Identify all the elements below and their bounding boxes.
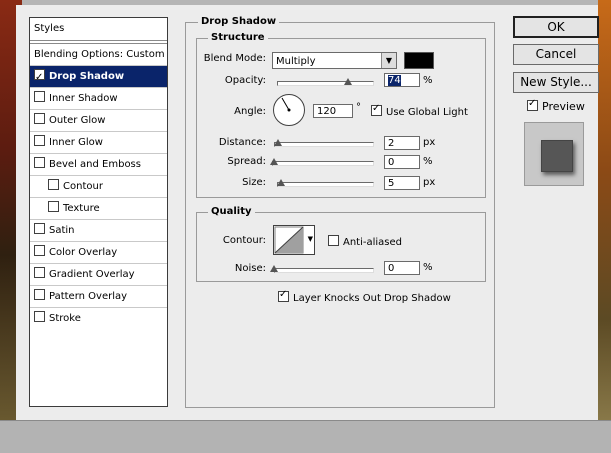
style-item-drop-shadow[interactable]: Drop Shadow — [30, 66, 167, 88]
quality-title: Quality — [208, 206, 255, 217]
linear-contour-icon — [274, 226, 304, 254]
style-item-color-overlay[interactable]: Color Overlay — [30, 242, 167, 264]
contour-checkbox[interactable] — [48, 179, 59, 190]
preview-swatch — [541, 140, 573, 172]
angle-input[interactable]: 120 — [313, 104, 353, 118]
style-item-inner-shadow[interactable]: Inner Shadow — [30, 88, 167, 110]
inner-glow-checkbox[interactable] — [34, 135, 45, 146]
size-slider-track[interactable] — [277, 182, 374, 187]
stroke-checkbox[interactable] — [34, 311, 45, 322]
color-overlay-checkbox[interactable] — [34, 245, 45, 256]
contour-picker[interactable]: ▼ — [273, 225, 315, 255]
anti-aliased-option[interactable]: Anti-aliased — [328, 235, 402, 248]
distance-label: Distance: — [218, 137, 266, 148]
style-item-texture[interactable]: Texture — [30, 198, 167, 220]
distance-slider-thumb[interactable] — [274, 139, 282, 146]
contour-dropdown-icon[interactable]: ▼ — [308, 235, 313, 243]
outer-glow-checkbox[interactable] — [34, 113, 45, 124]
style-item-satin[interactable]: Satin — [30, 220, 167, 242]
distance-input[interactable]: 2 — [384, 136, 420, 150]
texture-checkbox[interactable] — [48, 201, 59, 212]
style-item-pattern-overlay[interactable]: Pattern Overlay — [30, 286, 167, 308]
preview-checkbox[interactable] — [527, 98, 538, 111]
styles-list: Styles Blending Options: Custom Drop Sha… — [29, 17, 168, 407]
satin-checkbox[interactable] — [34, 223, 45, 234]
opacity-input[interactable]: 74 — [384, 73, 420, 87]
blend-mode-select[interactable]: Multiply ▼ — [272, 52, 397, 69]
style-item-bevel-emboss[interactable]: Bevel and Emboss — [30, 154, 167, 176]
opacity-slider-thumb[interactable] — [344, 78, 352, 85]
style-item-contour[interactable]: Contour — [30, 176, 167, 198]
distance-unit: px — [423, 137, 436, 148]
noise-label: Noise: — [234, 263, 266, 274]
angle-dial-needle-icon — [281, 97, 291, 112]
inner-shadow-checkbox[interactable] — [34, 91, 45, 102]
gradient-overlay-checkbox[interactable] — [34, 267, 45, 278]
noise-slider-track[interactable] — [274, 268, 374, 273]
new-style-button[interactable]: New Style... — [513, 72, 599, 93]
spread-input[interactable]: 0 — [384, 155, 420, 169]
styles-header[interactable]: Styles — [30, 18, 167, 41]
size-slider-thumb[interactable] — [277, 179, 285, 186]
opacity-label: Opacity: — [224, 75, 266, 86]
background-photo-right — [598, 0, 611, 425]
blend-mode-label: Blend Mode: — [203, 53, 266, 64]
size-label: Size: — [242, 177, 266, 188]
pattern-overlay-checkbox[interactable] — [34, 289, 45, 300]
angle-dial[interactable] — [273, 94, 305, 126]
ok-button[interactable]: OK — [513, 16, 599, 38]
style-item-outer-glow[interactable]: Outer Glow — [30, 110, 167, 132]
anti-aliased-checkbox[interactable] — [328, 235, 339, 246]
opacity-slider-track[interactable] — [277, 81, 374, 86]
noise-unit: % — [423, 262, 433, 273]
style-item-stroke[interactable]: Stroke — [30, 308, 167, 329]
drop-shadow-title: Drop Shadow — [198, 16, 280, 27]
chevron-down-icon[interactable]: ▼ — [381, 53, 396, 68]
size-input[interactable]: 5 — [384, 176, 420, 190]
distance-slider-track[interactable] — [274, 142, 374, 147]
spread-slider-track[interactable] — [272, 161, 374, 166]
opacity-unit: % — [423, 75, 433, 86]
angle-unit: ° — [356, 102, 361, 113]
noise-input[interactable]: 0 — [384, 261, 420, 275]
style-preview — [524, 122, 584, 186]
structure-title: Structure — [208, 32, 268, 43]
angle-label: Angle: — [234, 106, 266, 117]
shadow-color-swatch[interactable] — [404, 52, 434, 69]
style-item-gradient-overlay[interactable]: Gradient Overlay — [30, 264, 167, 286]
use-global-light-checkbox[interactable] — [371, 103, 382, 116]
drop-shadow-checkbox[interactable] — [34, 67, 45, 88]
spread-unit: % — [423, 156, 433, 167]
style-item-inner-glow[interactable]: Inner Glow — [30, 132, 167, 154]
layer-knocks-out-checkbox[interactable] — [278, 289, 289, 302]
spread-label: Spread: — [227, 156, 266, 167]
blending-options-item[interactable]: Blending Options: Custom — [30, 43, 167, 66]
layer-knocks-out-option[interactable]: Layer Knocks Out Drop Shadow — [278, 289, 451, 304]
spread-slider-thumb[interactable] — [270, 158, 278, 165]
cancel-button[interactable]: Cancel — [513, 44, 599, 65]
noise-slider-thumb[interactable] — [270, 265, 278, 272]
status-bar — [0, 420, 611, 453]
contour-label: Contour: — [222, 235, 266, 246]
size-unit: px — [423, 177, 436, 188]
preview-option[interactable]: Preview — [527, 98, 585, 113]
bevel-emboss-checkbox[interactable] — [34, 157, 45, 168]
use-global-light-option[interactable]: Use Global Light — [371, 103, 468, 118]
